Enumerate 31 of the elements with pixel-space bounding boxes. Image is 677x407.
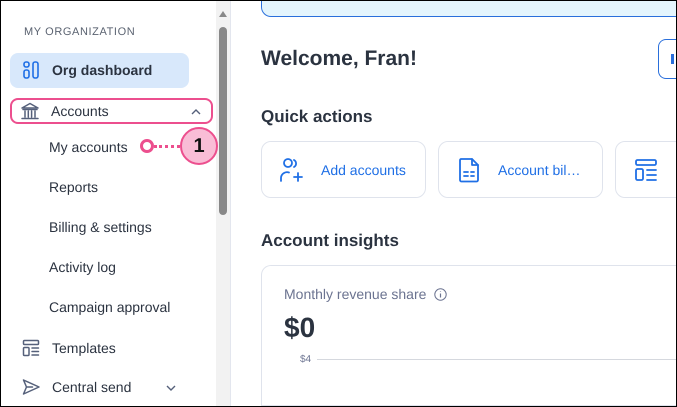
scrollbar[interactable] <box>216 1 230 406</box>
sidebar-item[interactable]: Accounts <box>10 98 213 124</box>
section-heading: Quick actions <box>261 107 374 128</box>
welcome-heading: Welcome, Fran! <box>261 47 418 72</box>
quick-action-card[interactable]: Account bil… <box>438 141 603 198</box>
send-icon <box>22 378 40 396</box>
quick-action-card[interactable]: Add accounts <box>261 141 426 198</box>
sidebar-subitem[interactable]: Activity log <box>49 247 116 288</box>
sidebar-item[interactable]: Templates <box>10 329 189 368</box>
card-title: Monthly revenue share <box>284 286 426 302</box>
axis-tick-label: $4 <box>300 354 312 366</box>
layout-icon <box>22 339 40 358</box>
scroll-up-icon[interactable] <box>219 11 227 17</box>
sidebar-item[interactable]: Org dashboard <box>10 53 189 88</box>
bank-icon <box>21 102 39 120</box>
metric-value: $0 <box>284 312 316 344</box>
sidebar-subitem[interactable]: Billing & settings <box>49 207 152 248</box>
info-icon[interactable] <box>434 288 448 301</box>
sidebar-subitem[interactable]: Campaign approval <box>49 287 170 328</box>
callout-number: 1 <box>180 127 218 165</box>
sidebar-subitem[interactable]: Reports <box>49 167 98 208</box>
section-heading: Account insights <box>261 231 400 252</box>
sidebar-item[interactable]: Central send <box>10 368 189 406</box>
grid-icon <box>22 61 40 80</box>
callout-ring <box>140 139 154 153</box>
layout-icon <box>633 156 659 183</box>
section-label: MY ORGANIZATION <box>24 26 136 38</box>
sidebar-subitem[interactable]: My accounts <box>49 127 128 168</box>
people-add-icon <box>279 156 305 183</box>
document-icon <box>456 156 482 183</box>
quick-action-card[interactable] <box>615 141 676 198</box>
